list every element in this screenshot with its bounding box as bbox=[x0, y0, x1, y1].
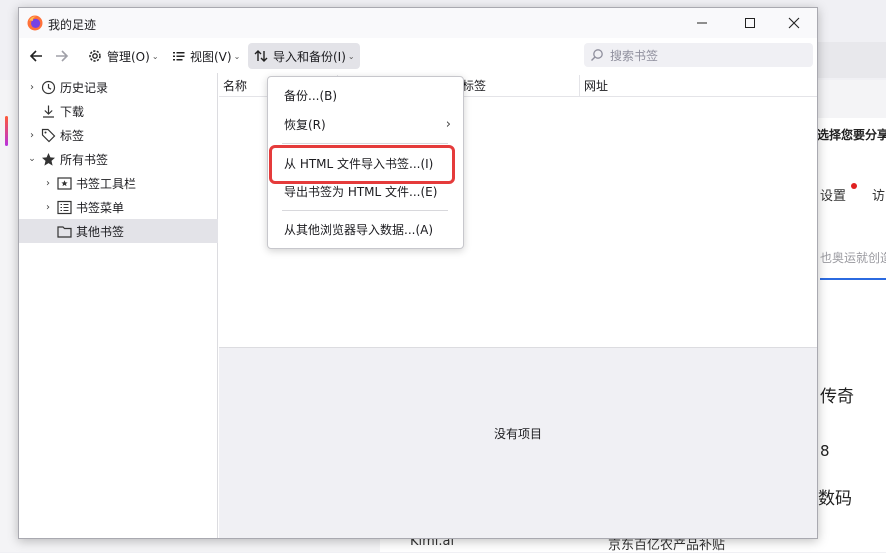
minimize-icon bbox=[697, 22, 707, 24]
notification-dot bbox=[851, 183, 857, 189]
tree-item-label: 历史记录 bbox=[60, 80, 109, 95]
list-icon bbox=[173, 52, 185, 61]
background-app-mark bbox=[5, 116, 8, 146]
highlight-box bbox=[269, 145, 455, 184]
background-share-text: 选择您要分享 bbox=[817, 128, 886, 142]
menu-item-import-browser[interactable]: 从其他浏览器导入数据...(A) bbox=[268, 216, 463, 244]
menu-item-backup[interactable]: 备份...(B) bbox=[268, 82, 463, 110]
tree-item-history[interactable]: › 历史记录 bbox=[19, 75, 218, 99]
folder-icon bbox=[55, 224, 73, 239]
arrow-left-icon bbox=[29, 50, 42, 62]
search-bookmarks-input[interactable]: 搜索书签 bbox=[584, 43, 813, 67]
chevron-down-icon: ⌄ bbox=[151, 51, 159, 61]
bookmarks-menu-icon bbox=[55, 200, 73, 215]
sort-arrows-icon bbox=[254, 50, 268, 62]
background-text-number: 8 bbox=[820, 442, 830, 460]
maximize-icon bbox=[745, 18, 755, 28]
tag-icon bbox=[39, 128, 57, 143]
chevron-right-icon[interactable]: › bbox=[25, 130, 39, 141]
tree-item-bookmarks-menu[interactable]: › 书签菜单 bbox=[19, 195, 218, 219]
menu-item-label: 恢复(R) bbox=[284, 118, 326, 132]
tree-item-label: 其他书签 bbox=[76, 224, 125, 239]
column-header-tags[interactable]: 标签 bbox=[458, 75, 580, 97]
background-text-legend: 传奇 bbox=[820, 387, 854, 407]
details-pane: 没有项目 bbox=[219, 347, 817, 538]
import-backup-label: 导入和备份(I) bbox=[273, 49, 346, 64]
tree-item-downloads[interactable]: 下载 bbox=[19, 99, 218, 123]
back-button[interactable] bbox=[23, 43, 49, 69]
tree-item-all-bookmarks[interactable]: ⌄ 所有书签 bbox=[19, 147, 218, 171]
maximize-button[interactable] bbox=[727, 8, 773, 38]
places-tree: › 历史记录 下载 › 标签 ⌄ 所有书签 › 书签工具栏 › 书签菜单 其他书… bbox=[19, 73, 218, 538]
import-backup-menu-button[interactable]: 导入和备份(I) ⌄ bbox=[248, 43, 360, 69]
view-label: 视图(V) bbox=[190, 49, 232, 64]
star-icon bbox=[39, 152, 57, 167]
chevron-right-icon: › bbox=[445, 117, 451, 132]
bookmarks-toolbar-icon bbox=[55, 176, 73, 191]
chevron-down-icon[interactable]: ⌄ bbox=[25, 154, 39, 164]
menu-separator bbox=[282, 210, 448, 211]
tree-item-label: 所有书签 bbox=[60, 152, 109, 167]
forward-button[interactable] bbox=[49, 43, 75, 69]
view-menu-button[interactable]: 视图(V) ⌄ bbox=[167, 43, 245, 69]
tree-item-label: 标签 bbox=[60, 128, 85, 143]
background-input-placeholder: 也奥运就创造 bbox=[820, 251, 886, 265]
tree-item-tags[interactable]: › 标签 bbox=[19, 123, 218, 147]
organize-label: 管理(O) bbox=[107, 49, 150, 64]
menu-separator bbox=[282, 143, 448, 144]
menu-item-restore[interactable]: 恢复(R) › bbox=[268, 111, 463, 139]
tree-item-bookmarks-toolbar[interactable]: › 书签工具栏 bbox=[19, 171, 218, 195]
background-settings-tab[interactable]: 设置 bbox=[820, 185, 846, 204]
library-window: 我的足迹 管理(O) ⌄ 视图(V) ⌄ 导入和备份(I) ⌄ 搜索书签 › 历… bbox=[18, 7, 818, 539]
arrow-right-icon bbox=[56, 50, 69, 62]
tree-item-other-bookmarks[interactable]: 其他书签 bbox=[19, 219, 218, 243]
clock-icon bbox=[39, 80, 57, 95]
download-icon bbox=[39, 104, 57, 119]
chevron-right-icon[interactable]: › bbox=[41, 178, 55, 189]
close-button[interactable] bbox=[771, 8, 817, 38]
close-icon bbox=[788, 17, 800, 29]
background-text-code: 数码 bbox=[818, 489, 852, 509]
chevron-down-icon: ⌄ bbox=[347, 51, 355, 61]
search-placeholder: 搜索书签 bbox=[610, 48, 659, 63]
title-bar: 我的足迹 bbox=[19, 8, 817, 38]
column-header-url[interactable]: 网址 bbox=[580, 75, 817, 97]
chevron-down-icon: ⌄ bbox=[233, 51, 241, 61]
organize-menu-button[interactable]: 管理(O) ⌄ bbox=[82, 43, 164, 69]
search-icon bbox=[591, 49, 603, 61]
chevron-right-icon[interactable]: › bbox=[25, 82, 39, 93]
firefox-icon bbox=[27, 15, 43, 31]
window-title: 我的足迹 bbox=[48, 18, 97, 32]
background-visit-tab[interactable]: 访 bbox=[872, 185, 885, 204]
tree-item-label: 书签菜单 bbox=[76, 200, 125, 215]
tree-item-label: 书签工具栏 bbox=[76, 176, 137, 191]
gear-icon bbox=[89, 50, 101, 62]
chevron-right-icon[interactable]: › bbox=[41, 202, 55, 213]
minimize-button[interactable] bbox=[679, 8, 725, 38]
empty-state-text: 没有项目 bbox=[493, 427, 542, 441]
background-input-underline bbox=[820, 278, 886, 280]
tree-item-label: 下载 bbox=[60, 104, 85, 119]
